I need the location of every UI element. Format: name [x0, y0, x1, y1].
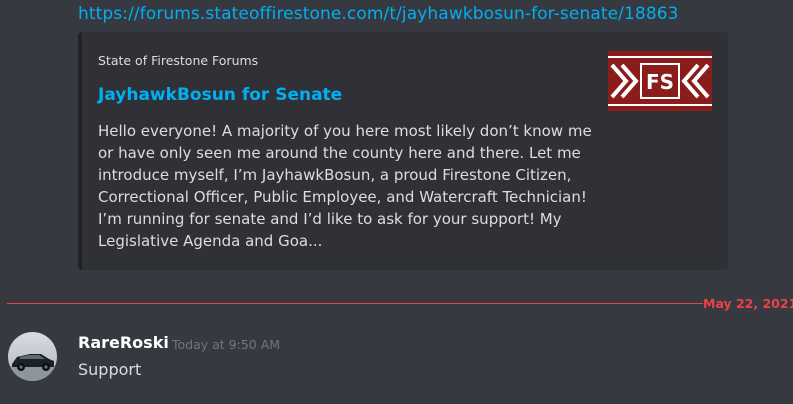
forum-link[interactable]: https://forums.stateoffirestone.com/t/ja…	[78, 4, 679, 24]
embed-description-line: Hello everyone! A majority of you here m…	[98, 122, 592, 140]
embed-description-line: or have only seen me around the county h…	[98, 144, 581, 162]
chat-view: https://forums.stateoffirestone.com/t/ja…	[0, 0, 793, 404]
link-embed: State of Firestone Forums JayhawkBosun f…	[78, 32, 728, 270]
embed-description-line: introduce myself, I’m JayhawkBosun, a pr…	[98, 166, 572, 184]
embed-title-link[interactable]: JayhawkBosun for Senate	[98, 85, 342, 105]
message-timestamp: Today at 9:50 AM	[172, 337, 281, 352]
logo-text: FS	[646, 70, 674, 94]
car-avatar-icon	[8, 332, 57, 381]
embed-description: Hello everyone! A majority of you here m…	[98, 120, 598, 252]
embed-provider: State of Firestone Forums	[98, 53, 259, 68]
embed-description-line: Correctional Officer, Public Employee, a…	[98, 188, 587, 206]
embed-description-line: I’m running for senate and I’d like to a…	[98, 210, 562, 228]
message-content: Support	[78, 360, 142, 379]
message-username[interactable]: RareRoski	[78, 333, 169, 352]
state-of-firestone-logo-icon[interactable]: FS	[608, 51, 712, 111]
date-divider-label: May 22, 2021	[703, 296, 793, 311]
embed-description-line: Legislative Agenda and Goa...	[98, 232, 323, 250]
user-avatar[interactable]	[8, 332, 57, 381]
date-divider-line	[7, 303, 698, 304]
